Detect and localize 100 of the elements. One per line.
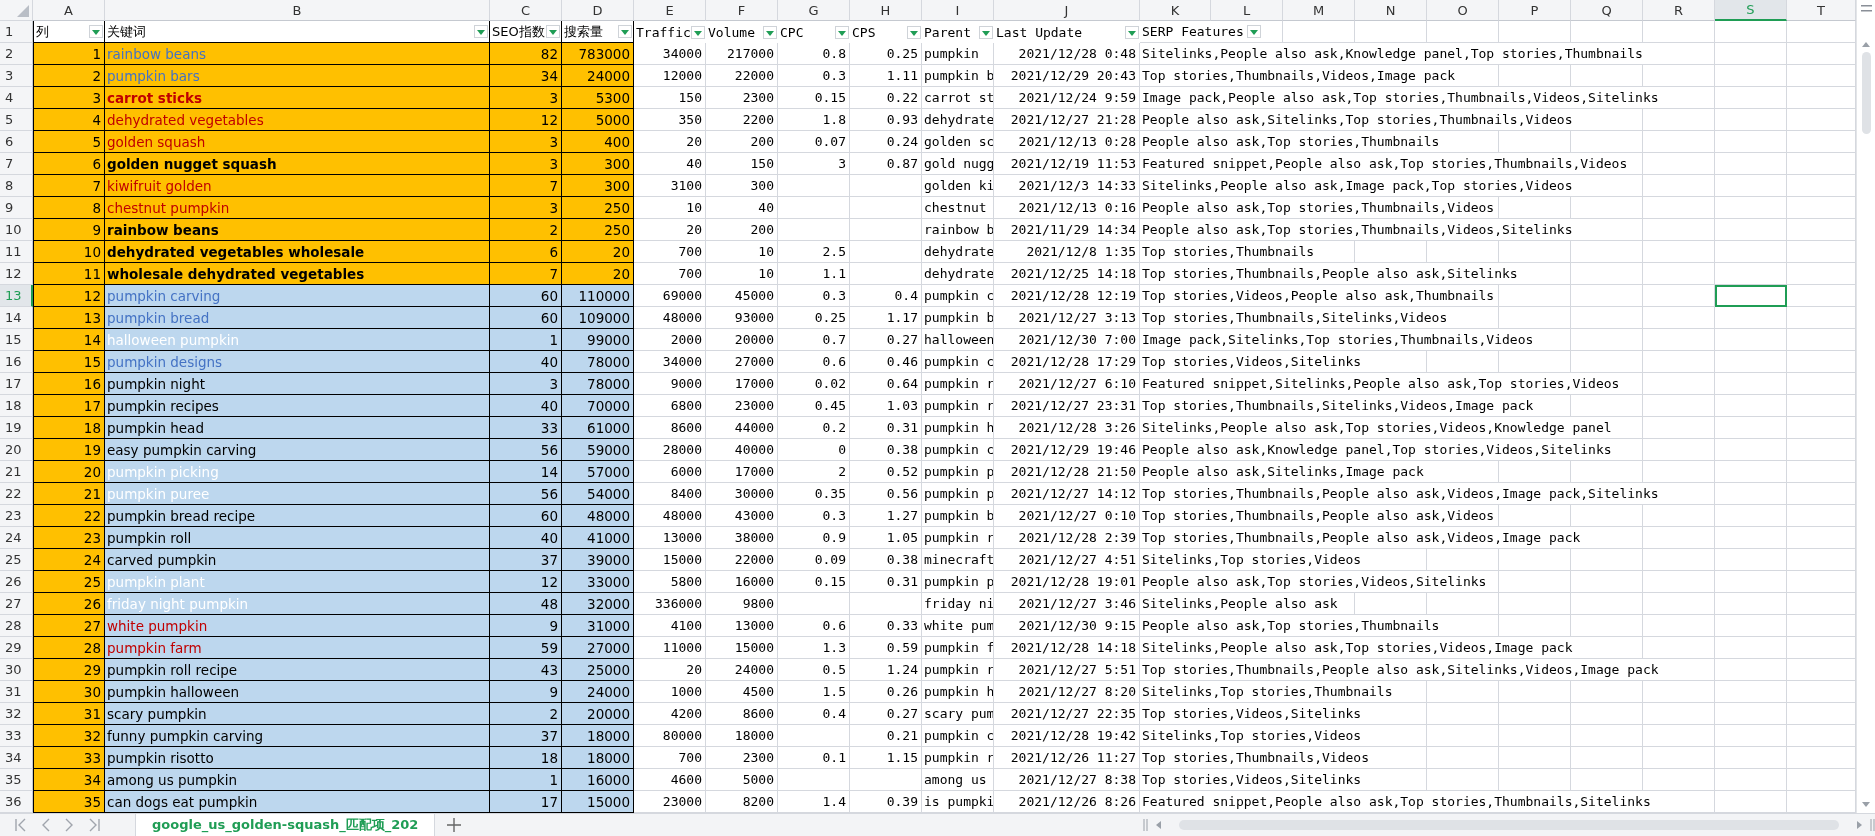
filter-dropdown-button[interactable] xyxy=(474,25,488,38)
column-header[interactable]: J xyxy=(994,0,1140,21)
row-header[interactable]: 29 xyxy=(0,637,33,659)
filter-dropdown-button[interactable] xyxy=(763,25,777,39)
column-header[interactable]: C xyxy=(490,0,562,21)
filter-dropdown-button[interactable] xyxy=(89,25,103,38)
row-header[interactable]: 8 xyxy=(0,175,33,197)
row-header[interactable]: 15 xyxy=(0,329,33,351)
row-header[interactable]: 19 xyxy=(0,417,33,439)
row-header[interactable]: 2 xyxy=(0,43,33,65)
keyword-cell: pumpkin recipes xyxy=(105,395,490,417)
column-header[interactable]: R xyxy=(1643,0,1715,21)
table-cell: 13000 xyxy=(634,527,706,549)
row-header[interactable]: 17 xyxy=(0,373,33,395)
row-header[interactable]: 23 xyxy=(0,505,33,527)
filter-dropdown-button[interactable] xyxy=(691,25,705,39)
column-header[interactable]: Q xyxy=(1571,0,1643,21)
row-header[interactable]: 24 xyxy=(0,527,33,549)
split-handle-icon[interactable] xyxy=(1860,5,1872,12)
table-cell: white pum xyxy=(922,615,994,637)
row-header[interactable]: 33 xyxy=(0,725,33,747)
table-cell: 9000 xyxy=(634,373,706,395)
row-header[interactable]: 22 xyxy=(0,483,33,505)
filter-dropdown-button[interactable] xyxy=(546,25,560,38)
row-header[interactable]: 21 xyxy=(0,461,33,483)
row-header[interactable]: 32 xyxy=(0,703,33,725)
table-cell: Top stories,Thumbnails,Sitelinks,Videos xyxy=(1140,307,1499,329)
add-sheet-icon[interactable] xyxy=(447,818,462,832)
table-cell: 25 xyxy=(33,571,105,593)
row-header[interactable]: 4 xyxy=(0,87,33,109)
table-cell: 32000 xyxy=(562,593,634,615)
table-cell: 38000 xyxy=(706,527,778,549)
split-handle-icon[interactable] xyxy=(1143,819,1148,831)
table-cell: 60 xyxy=(490,505,562,527)
row-header[interactable]: 20 xyxy=(0,439,33,461)
row-header[interactable]: 11 xyxy=(0,241,33,263)
row-header[interactable]: 35 xyxy=(0,769,33,791)
row-header[interactable]: 18 xyxy=(0,395,33,417)
keyword-cell: pumpkin plant xyxy=(105,571,490,593)
row-header[interactable]: 6 xyxy=(0,131,33,153)
row-header[interactable]: 34 xyxy=(0,747,33,769)
row-header[interactable]: 5 xyxy=(0,109,33,131)
scrollbar-thumb[interactable] xyxy=(1861,52,1871,134)
scroll-down-icon[interactable] xyxy=(1862,802,1870,807)
column-header[interactable]: N xyxy=(1355,0,1427,21)
row-header[interactable]: 14 xyxy=(0,307,33,329)
row-header[interactable]: 1 xyxy=(0,21,33,43)
previous-sheet-icon[interactable] xyxy=(42,818,50,832)
selected-cell[interactable] xyxy=(1715,285,1787,307)
filter-dropdown-button[interactable] xyxy=(907,25,921,39)
row-header[interactable]: 30 xyxy=(0,659,33,681)
scroll-up-icon[interactable] xyxy=(1862,42,1870,47)
scroll-left-icon[interactable] xyxy=(1156,821,1161,829)
row-header[interactable]: 36 xyxy=(0,791,33,813)
filter-dropdown-button[interactable] xyxy=(835,25,849,39)
table-cell: 28000 xyxy=(634,439,706,461)
table-cell: 3 xyxy=(490,153,562,175)
column-header[interactable]: F xyxy=(706,0,778,21)
row-header[interactable]: 26 xyxy=(0,571,33,593)
column-header[interactable]: D xyxy=(562,0,634,21)
next-sheet-icon[interactable] xyxy=(65,818,73,832)
row-header[interactable]: 16 xyxy=(0,351,33,373)
table-cell: 23 xyxy=(33,527,105,549)
column-header[interactable]: P xyxy=(1499,0,1571,21)
filter-dropdown-button[interactable] xyxy=(1246,25,1261,38)
table-cell: Top stories,Thumbnails,People also ask,Sitelinks,Videos,Image pack xyxy=(1140,659,1715,681)
column-header[interactable]: E xyxy=(634,0,706,21)
column-header[interactable]: A xyxy=(33,0,105,21)
column-header[interactable]: O xyxy=(1427,0,1499,21)
row-header[interactable]: 3 xyxy=(0,65,33,87)
row-header[interactable]: 28 xyxy=(0,615,33,637)
row-header[interactable]: 7 xyxy=(0,153,33,175)
column-header[interactable]: I xyxy=(922,0,994,21)
column-header[interactable]: B xyxy=(105,0,490,21)
last-sheet-icon[interactable] xyxy=(88,818,100,832)
column-header[interactable]: H xyxy=(850,0,922,21)
table-cell: Featured snippet,People also ask,Top stories,Thumbnails,Sitelinks xyxy=(1140,791,1715,813)
column-header[interactable]: K xyxy=(1140,0,1211,21)
column-header[interactable]: G xyxy=(778,0,850,21)
select-all-button[interactable] xyxy=(0,0,33,21)
column-header[interactable]: L xyxy=(1211,0,1283,21)
filter-dropdown-button[interactable] xyxy=(979,25,993,39)
row-header[interactable]: 9 xyxy=(0,197,33,219)
table-cell: 2 xyxy=(490,219,562,241)
column-header[interactable]: T xyxy=(1787,0,1856,21)
first-sheet-icon[interactable] xyxy=(15,818,27,832)
row-header[interactable]: 31 xyxy=(0,681,33,703)
table-cell: pumpkin h xyxy=(922,417,994,439)
table-cell: 0.24 xyxy=(850,131,922,153)
row-header[interactable]: 12 xyxy=(0,263,33,285)
filter-dropdown-button[interactable] xyxy=(618,25,632,38)
table-cell: 217000 xyxy=(706,43,778,65)
column-header[interactable]: M xyxy=(1283,0,1355,21)
row-header[interactable]: 27 xyxy=(0,593,33,615)
row-header[interactable]: 25 xyxy=(0,549,33,571)
table-cell: 109000 xyxy=(562,307,634,329)
scroll-right-icon[interactable] xyxy=(1857,821,1862,829)
row-header[interactable]: 10 xyxy=(0,219,33,241)
filter-dropdown-button[interactable] xyxy=(1125,25,1139,39)
split-handle-icon[interactable] xyxy=(1870,819,1875,831)
